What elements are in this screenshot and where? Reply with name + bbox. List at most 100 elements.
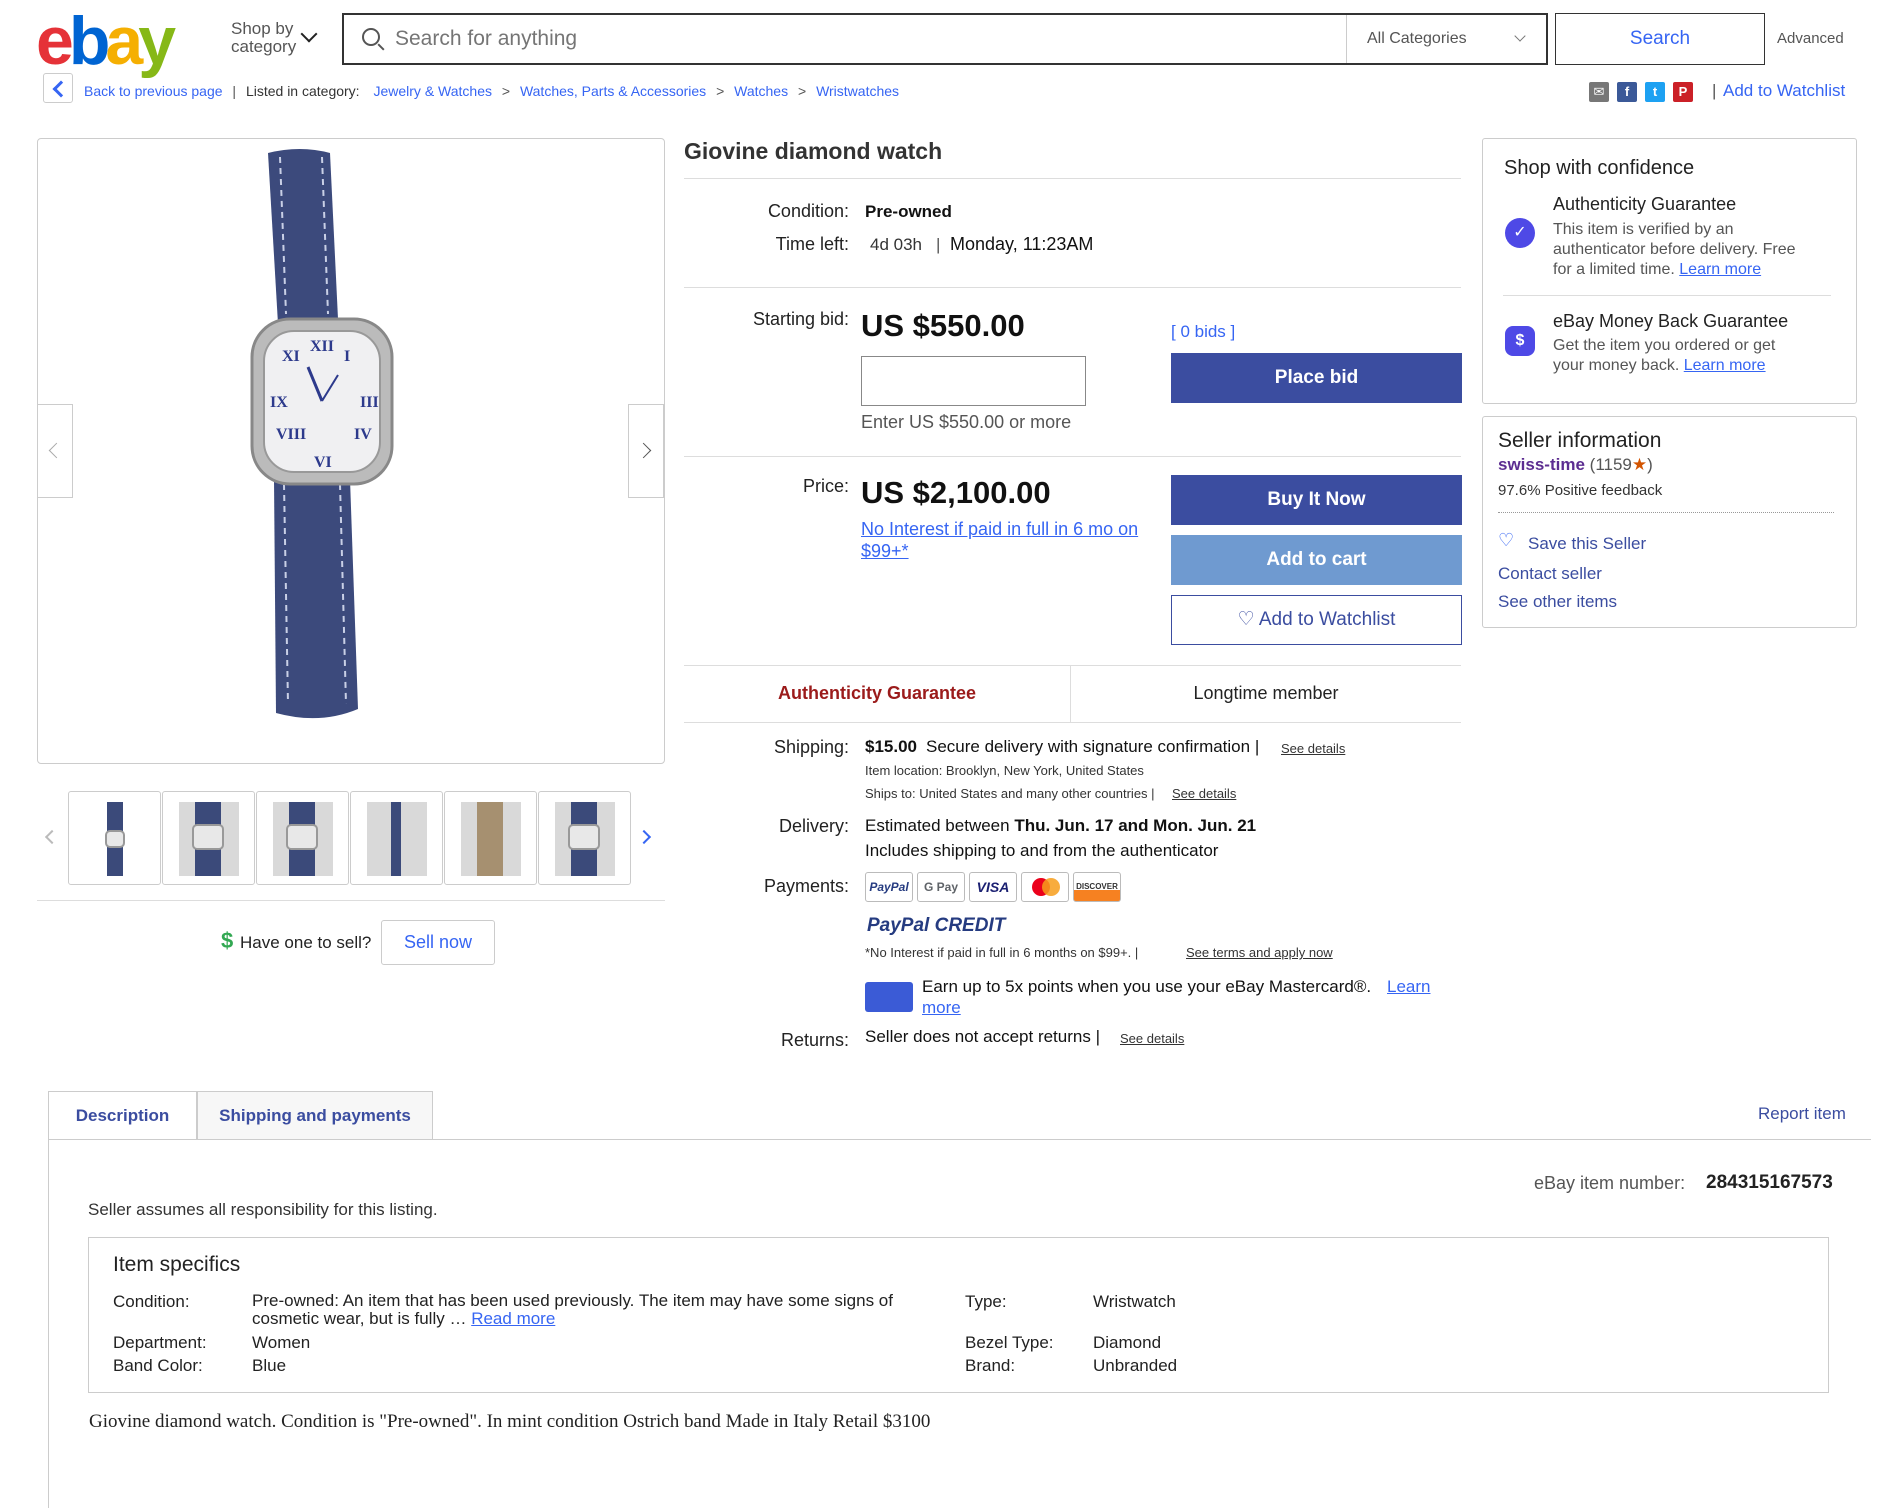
add-to-watchlist-link[interactable]: Add to Watchlist (1723, 81, 1845, 101)
learn-more-link[interactable]: Learn more (1684, 357, 1766, 374)
divider (1503, 295, 1831, 296)
thumb-prev-icon[interactable] (44, 829, 60, 845)
seller-name-link[interactable]: swiss-time (1498, 455, 1585, 474)
google-pay-icon: G Pay (917, 872, 965, 902)
auth-guarantee-text: This item is verified by an authenticato… (1553, 221, 1796, 278)
thumbnail[interactable] (350, 791, 443, 885)
breadcrumb-watches[interactable]: Watches (734, 83, 788, 99)
financing-line2: $99+* (861, 541, 909, 561)
learn-more-link-2[interactable]: more (922, 998, 961, 1018)
heart-icon: ♡ (1237, 609, 1255, 630)
buy-it-now-button[interactable]: Buy It Now (1171, 475, 1462, 525)
learn-more-link[interactable]: Learn more (1679, 261, 1761, 278)
facebook-icon[interactable]: f (1617, 82, 1637, 102)
add-to-watchlist-label: Add to Watchlist (1258, 609, 1396, 630)
image-next-button[interactable] (628, 404, 664, 498)
delivery-dates: Thu. Jun. 17 and Mon. Jun. 21 (1014, 816, 1257, 835)
search-input[interactable] (395, 24, 1335, 54)
svg-text:I: I (344, 348, 350, 365)
thumbnail[interactable] (444, 791, 537, 885)
bid-amount-input[interactable] (861, 356, 1086, 406)
pinterest-icon[interactable]: P (1673, 82, 1693, 102)
see-other-items-link[interactable]: See other items (1498, 592, 1617, 612)
thumbnail[interactable] (162, 791, 255, 885)
authenticity-badge: Authenticity Guarantee (684, 665, 1071, 722)
time-left-value: 4d 03h (870, 235, 922, 254)
financing-link[interactable]: No Interest if paid in full in 6 mo on $… (861, 518, 1138, 562)
spec-type-value: Wristwatch (1093, 1292, 1176, 1311)
breadcrumb: Back to previous page | Listed in catego… (84, 83, 900, 99)
dollar-icon: $ (221, 928, 234, 953)
chevron-down-icon[interactable] (300, 25, 318, 43)
thumbnail[interactable] (256, 791, 349, 885)
see-details-link[interactable]: See details (1281, 741, 1345, 756)
star-icon: ★ (1631, 455, 1648, 474)
logo-letter-a: a (105, 3, 143, 79)
back-link[interactable]: Back to previous page (84, 83, 223, 99)
add-to-cart-button[interactable]: Add to cart (1171, 535, 1462, 585)
item-location: Item location: Brooklyn, New York, Unite… (865, 763, 1144, 778)
money-back-title: eBay Money Back Guarantee (1553, 311, 1789, 331)
thumbnail[interactable] (68, 791, 161, 885)
search-icon (362, 28, 380, 46)
main-image-panel[interactable]: XII III VI IX I IV XI VIII (37, 138, 665, 764)
see-details-link[interactable]: See details (1120, 1031, 1184, 1046)
contact-seller-link[interactable]: Contact seller (1498, 564, 1602, 584)
category-select[interactable]: All Categories (1367, 30, 1467, 48)
financing-line1: No Interest if paid in full in 6 mo on (861, 519, 1139, 539)
item-title: Giovine diamond watch (684, 138, 943, 164)
tab-description[interactable]: Description (48, 1091, 197, 1140)
bids-count[interactable]: [ 0 bids ] (1171, 322, 1235, 342)
spec-bezel-label: Bezel Type: (965, 1333, 1054, 1352)
thumbnail-strip (68, 791, 631, 885)
advanced-search-link[interactable]: Advanced (1777, 30, 1844, 47)
breadcrumb-wristwatches[interactable]: Wristwatches (816, 83, 899, 99)
paypal-credit-logo: PayPal CREDIT (867, 915, 1006, 936)
condition-label: Condition: (767, 201, 849, 221)
credit-note: *No Interest if paid in full in 6 months… (865, 945, 1139, 960)
breadcrumb-jewelry[interactable]: Jewelry & Watches (373, 83, 492, 99)
delivery-note: Includes shipping to and from the authen… (865, 841, 1219, 860)
email-icon[interactable]: ✉ (1589, 82, 1609, 102)
save-seller-link[interactable]: Save this Seller (1528, 534, 1646, 554)
learn-more-link[interactable]: Learn (1387, 977, 1430, 997)
search-button[interactable]: Search (1555, 13, 1765, 65)
thumb-next-icon[interactable] (636, 829, 652, 845)
have-one-to-sell: Have one to sell? (240, 933, 372, 952)
twitter-icon[interactable]: t (1645, 82, 1665, 102)
add-to-watchlist-button[interactable]: ♡ Add to Watchlist (1171, 595, 1462, 645)
image-prev-button[interactable] (37, 404, 73, 498)
mastercard-promo: Earn up to 5x points when you use your e… (922, 977, 1372, 996)
logo-letter-y: y (138, 3, 176, 79)
read-more-link[interactable]: Read more (471, 1309, 555, 1328)
tab-shipping-payments[interactable]: Shipping and payments (197, 1091, 433, 1140)
payments-label: Payments: (763, 876, 849, 896)
ebay-logo[interactable]: ebay (36, 3, 176, 79)
seller-score[interactable]: (1159 (1590, 455, 1632, 474)
spec-brand-value: Unbranded (1093, 1356, 1178, 1375)
spec-band-color-label: Band Color: (113, 1356, 203, 1375)
returns-label: Returns: (780, 1030, 849, 1050)
thumbnail[interactable] (538, 791, 631, 885)
time-separator: | (936, 235, 941, 254)
seller-info-title: Seller information (1498, 429, 1662, 452)
item-specifics-title: Item specifics (113, 1253, 241, 1276)
time-left-label: Time left: (775, 234, 849, 254)
sell-now-button[interactable]: Sell now (381, 920, 495, 965)
divider (684, 456, 1461, 457)
search-divider (1346, 15, 1347, 63)
see-details-link[interactable]: See details (1172, 786, 1236, 801)
watchlist-separator: | (1712, 81, 1717, 100)
divider (48, 1139, 49, 1508)
divider (684, 287, 1461, 288)
svg-text:VIII: VIII (276, 426, 306, 443)
terms-apply-link[interactable]: See terms and apply now (1186, 945, 1333, 960)
breadcrumb-watches-parts[interactable]: Watches, Parts & Accessories (520, 83, 706, 99)
back-arrow-icon[interactable] (43, 73, 73, 103)
report-item-link[interactable]: Report item (1758, 1104, 1846, 1124)
shop-by-category[interactable]: Shop by category (231, 20, 296, 56)
spec-bezel-value: Diamond (1093, 1333, 1162, 1352)
shipping-desc: Secure delivery with signature confirmat… (926, 737, 1260, 756)
place-bid-button[interactable]: Place bid (1171, 353, 1462, 403)
heart-icon[interactable]: ♡ (1498, 530, 1514, 551)
